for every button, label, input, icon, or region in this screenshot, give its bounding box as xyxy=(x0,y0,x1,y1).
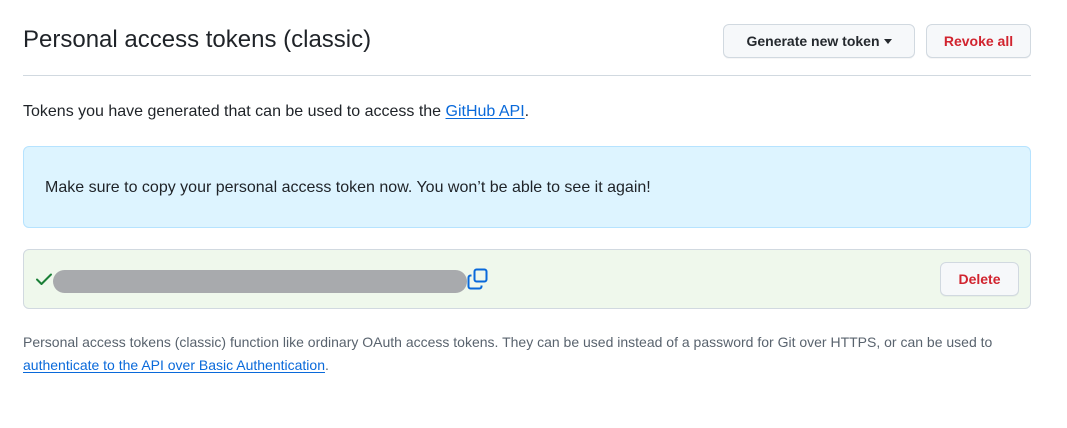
delete-token-button[interactable]: Delete xyxy=(940,262,1019,296)
intro-text: Tokens you have generated that can be us… xyxy=(23,101,529,123)
check-icon xyxy=(36,273,52,285)
generate-new-token-label: Generate new token xyxy=(746,33,880,49)
github-api-link[interactable]: GitHub API xyxy=(446,103,525,120)
token-value-redacted xyxy=(53,270,467,293)
intro-text-suffix: . xyxy=(524,103,530,120)
footer-note: Personal access tokens (classic) functio… xyxy=(23,331,1039,377)
footer-note-text: Personal access tokens (classic) functio… xyxy=(23,334,993,350)
new-token-box: Delete xyxy=(23,249,1031,309)
intro-text-label: Tokens you have generated that can be us… xyxy=(23,103,446,120)
basic-auth-link[interactable]: authenticate to the API over Basic Authe… xyxy=(23,357,325,373)
page-title: Personal access tokens (classic) xyxy=(23,26,372,53)
footer-note-suffix: . xyxy=(324,357,329,373)
revoke-all-button[interactable]: Revoke all xyxy=(926,24,1031,58)
generate-new-token-button[interactable]: Generate new token xyxy=(723,24,915,58)
copy-token-message: Make sure to copy your personal access t… xyxy=(45,179,651,196)
page-header: Personal access tokens (classic) Generat… xyxy=(23,0,1031,76)
copy-icon[interactable] xyxy=(467,268,489,290)
page: Personal access tokens (classic) Generat… xyxy=(0,0,1067,428)
caret-down-icon xyxy=(883,38,892,44)
copy-token-flash: Make sure to copy your personal access t… xyxy=(23,146,1031,228)
